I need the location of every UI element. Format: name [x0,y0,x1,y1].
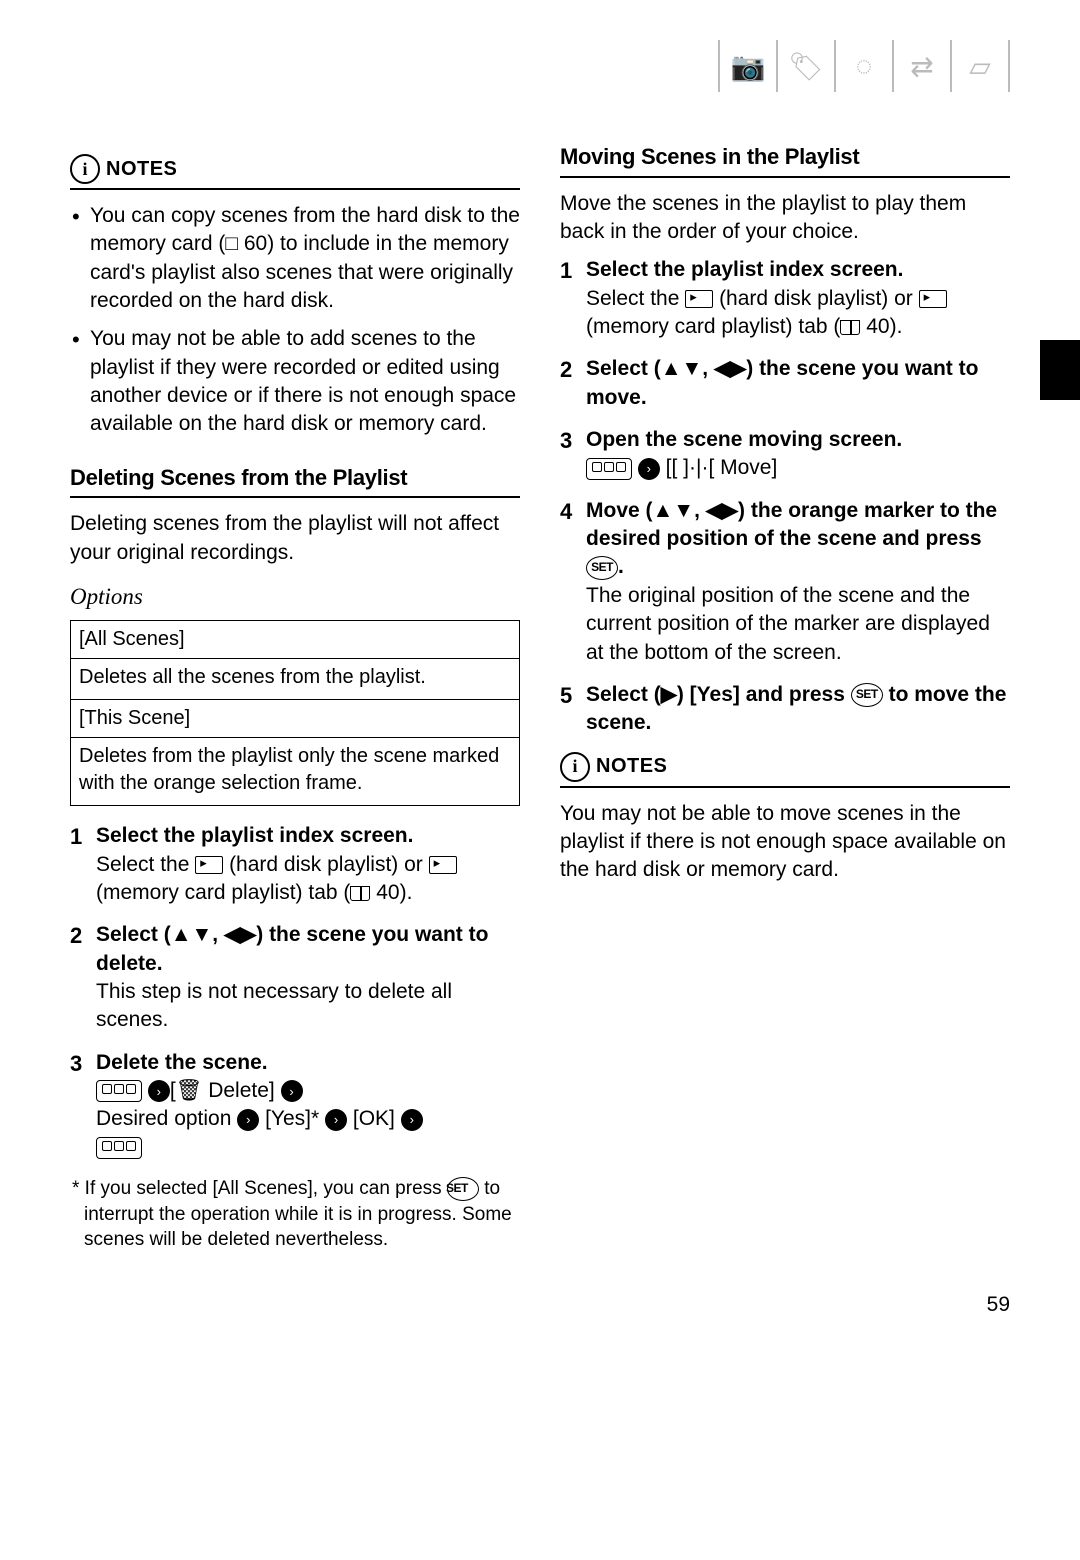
section-intro: Move the scenes in the playlist to play … [560,190,1010,247]
options-table: [All Scenes] Deletes all the scenes from… [70,620,520,806]
step-head: Move (▲▼, ◀▶) the orange marker to the d… [586,497,1010,582]
step-item: Open the scene moving screen. › [[ ]·|·[… [560,426,1010,483]
notes-list: You can copy scenes from the hard disk t… [70,202,520,439]
notes-label: NOTES [106,156,177,183]
step-head: Select (▲▼, ◀▶) the scene you want to mo… [586,355,1010,412]
func-button-icon [96,1137,142,1159]
option-body: Deletes all the scenes from the playlist… [71,659,519,700]
option-head: [This Scene] [71,700,519,738]
manual-page: 📷 🏷 ◌ ⇄ ▱ i NOTES You can copy scenes fr… [0,0,1080,1377]
step-head: Select (▲▼, ◀▶) the scene you want to de… [96,921,520,978]
delete-steps: Select the playlist index screen. Select… [70,822,520,1162]
step-item: Move (▲▼, ◀▶) the orange marker to the d… [560,497,1010,667]
navigate-icon: › [148,1080,170,1102]
func-button-icon [96,1080,142,1102]
set-button-icon: SET [447,1177,479,1201]
step-item: Select (▲▼, ◀▶) the scene you want to de… [70,921,520,1034]
right-column: Moving Scenes in the Playlist Move the s… [560,142,1010,1253]
info-icon: i [560,752,590,782]
step-item: Select (▲▼, ◀▶) the scene you want to mo… [560,355,1010,412]
notes-header: i NOTES [560,752,1010,788]
step-body: Select the (hard disk playlist) or (memo… [96,851,520,908]
step-head: Select (▶) [Yes] and press SET to move t… [586,681,1010,738]
option-head: [All Scenes] [71,621,519,659]
page-ref-icon [350,886,370,901]
step-body: This step is not necessary to delete all… [96,978,520,1035]
disc-icon: ◌ [834,40,892,92]
navigate-icon: › [325,1109,347,1131]
step-head: Open the scene moving screen. [586,426,1010,454]
step-head: Delete the scene. [96,1049,520,1077]
hdd-playlist-icon [195,856,223,874]
step-head: Select the playlist index screen. [586,256,1010,284]
step-item: Delete the scene. ›[🗑 Delete] › Desired … [70,1049,520,1162]
trash-icon: 🗑 [176,1079,203,1102]
card-playlist-icon [919,290,947,308]
page-number: 59 [70,1293,1010,1317]
options-heading: Options [70,581,520,612]
navigate-icon: › [638,458,660,480]
func-button-icon [586,458,632,480]
step-body: The original position of the scene and t… [586,582,1010,667]
footnote: * If you selected [All Scenes], you can … [70,1176,520,1253]
transfer-icon: ⇄ [892,40,950,92]
page-thumb-tab [1040,340,1080,400]
set-button-icon: SET [851,683,883,707]
move-steps: Select the playlist index screen. Select… [560,256,1010,737]
step-item: Select (▶) [Yes] and press SET to move t… [560,681,1010,738]
hdd-playlist-icon [685,290,713,308]
step-head: Select the playlist index screen. [96,822,520,850]
section-title-deleting: Deleting Scenes from the Playlist [70,463,520,499]
step-body: Select the (hard disk playlist) or (memo… [586,285,1010,342]
header-mode-icons: 📷 🏷 ◌ ⇄ ▱ [70,40,1010,92]
camera-icon: 📷 [718,40,776,92]
navigate-icon: › [401,1109,423,1131]
step-body: › [[ ]·|·[ Move] [586,454,1010,482]
notes-label: NOTES [596,753,667,780]
navigate-icon: › [237,1109,259,1131]
set-button-icon: SET [586,556,618,580]
step-item: Select the playlist index screen. Select… [560,256,1010,341]
note-item: You can copy scenes from the hard disk t… [70,202,520,315]
navigate-icon: › [281,1080,303,1102]
tag-icon: 🏷 [776,40,834,92]
section-intro: Deleting scenes from the playlist will n… [70,510,520,567]
left-column: i NOTES You can copy scenes from the har… [70,142,520,1253]
note-item: You may not be able to add scenes to the… [70,325,520,438]
step-body: ›[🗑 Delete] › Desired option › [Yes]* › … [96,1077,520,1162]
page-ref-icon [840,320,860,335]
content-columns: i NOTES You can copy scenes from the har… [70,142,1010,1253]
option-body: Deletes from the playlist only the scene… [71,738,519,805]
move-icon: [ ]·|·[ [672,456,715,479]
section-title-moving: Moving Scenes in the Playlist [560,142,1010,178]
notes-header: i NOTES [70,154,520,190]
card-playlist-icon [429,856,457,874]
step-item: Select the playlist index screen. Select… [70,822,520,907]
notes-text: You may not be able to move scenes in th… [560,800,1010,885]
book-icon: ▱ [950,40,1010,92]
info-icon: i [70,154,100,184]
